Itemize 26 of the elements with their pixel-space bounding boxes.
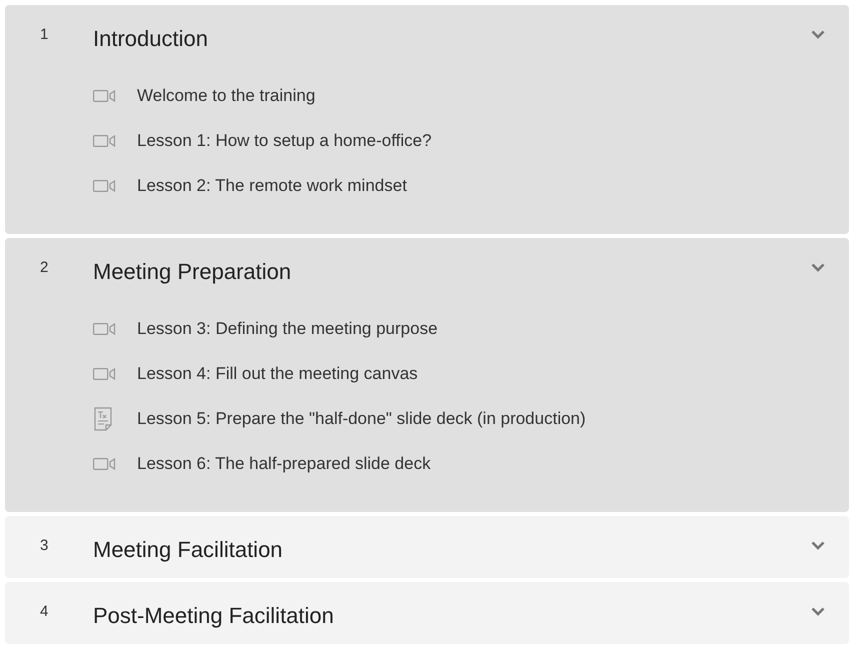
lesson-link[interactable]: Lesson 2: The remote work mindset	[137, 172, 407, 198]
chevron-icon[interactable]	[811, 607, 825, 616]
lesson-link[interactable]: Lesson 1: How to setup a home-office?	[137, 128, 432, 154]
video-camera-icon	[93, 134, 116, 146]
chevron-icon[interactable]	[811, 263, 825, 272]
video-camera-icon	[93, 368, 116, 380]
section-number: 2	[39, 258, 50, 278]
lesson-link[interactable]: Welcome to the training	[137, 82, 316, 108]
document-icon	[93, 406, 113, 430]
lesson-link[interactable]: Lesson 3: Defining the meeting purpose	[137, 316, 438, 342]
chevron-icon[interactable]	[811, 541, 825, 550]
section-number: 3	[39, 536, 50, 556]
section-number: 4	[39, 602, 50, 622]
section-title[interactable]: Meeting Facilitation	[93, 533, 811, 566]
video-camera-icon	[93, 458, 116, 470]
lesson-link[interactable]: Lesson 6: The half-prepared slide deck	[137, 450, 431, 476]
video-camera-icon	[93, 322, 116, 334]
lesson-link[interactable]: Lesson 4: Fill out the meeting canvas	[137, 360, 418, 386]
section-number: 1	[39, 25, 50, 45]
video-camera-icon	[93, 90, 116, 102]
section-title[interactable]: Post-Meeting Facilitation	[93, 599, 811, 632]
chevron-icon[interactable]	[811, 30, 825, 39]
section-title[interactable]: Introduction	[93, 22, 811, 55]
section-title[interactable]: Meeting Preparation	[93, 255, 811, 288]
video-camera-icon	[93, 180, 116, 192]
lesson-link[interactable]: Lesson 5: Prepare the "half-done" slide deck (in production)	[137, 406, 586, 432]
